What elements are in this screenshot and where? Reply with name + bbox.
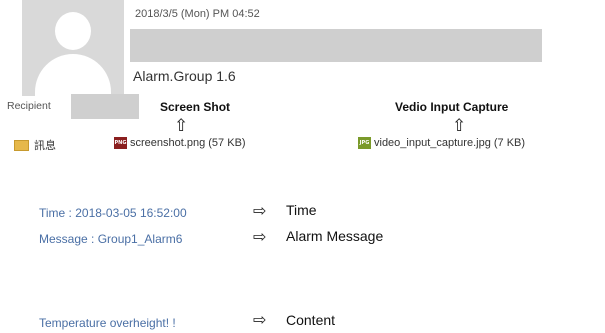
right-arrow-icon: ⇨ — [253, 229, 267, 246]
envelope-icon — [14, 139, 29, 151]
body-time: Time : 2018-03-05 16:52:00 — [39, 206, 187, 220]
message-tab-label: 訊息 — [34, 140, 56, 152]
annotation-time: Time — [286, 202, 317, 218]
avatar — [22, 0, 124, 96]
right-arrow-icon: ⇨ — [253, 312, 267, 329]
avatar-head — [55, 12, 91, 50]
avatar-body — [35, 54, 111, 96]
recipient-label: Recipient — [7, 100, 51, 112]
right-arrow-icon: ⇨ — [253, 203, 267, 220]
up-arrow-icon: ⇧ — [452, 116, 467, 135]
attachment-name: screenshot.png (57 KB) — [130, 137, 246, 149]
redacted-sender — [130, 29, 542, 62]
email-date: 2018/3/5 (Mon) PM 04:52 — [135, 8, 260, 20]
annotation-video-input-capture: Vedio Input Capture — [395, 100, 509, 114]
body-content: Temperature overheight! ! — [39, 316, 176, 330]
redacted-recipient — [71, 94, 139, 119]
body-message: Message : Group1_Alarm6 — [39, 232, 183, 246]
attachment-video-capture[interactable]: JPG video_input_capture.jpg (7 KB) — [358, 137, 526, 150]
attachment-screenshot[interactable]: PNG screenshot.png (57 KB) — [114, 137, 246, 150]
annotation-alarm-message: Alarm Message — [286, 228, 384, 244]
message-tab[interactable]: 訊息 — [14, 137, 56, 153]
png-file-icon: PNG — [114, 137, 127, 150]
attachment-name: video_input_capture.jpg (7 KB) — [374, 137, 526, 149]
email-subject: Alarm.Group 1.6 — [133, 68, 236, 84]
jpg-file-icon: JPG — [358, 137, 371, 150]
annotation-content: Content — [286, 312, 336, 328]
up-arrow-icon: ⇧ — [174, 116, 189, 135]
annotation-screen-shot: Screen Shot — [160, 100, 231, 114]
